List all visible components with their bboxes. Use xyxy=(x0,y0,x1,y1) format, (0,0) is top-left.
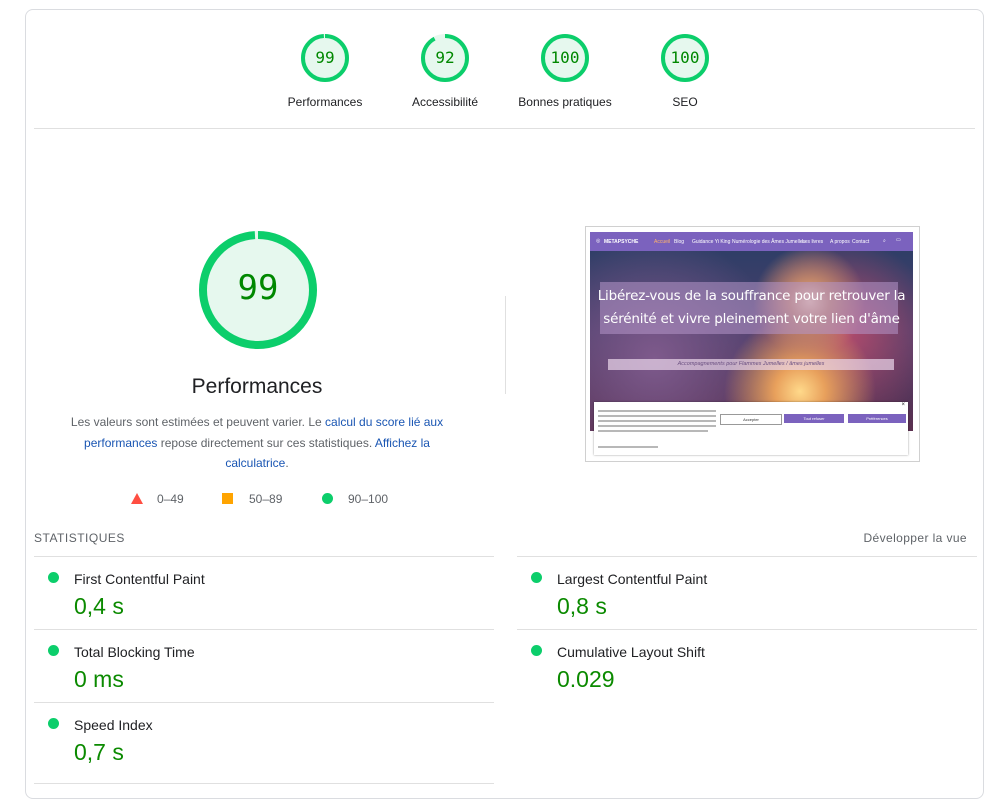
thumb-refuse-button: Tout refuser xyxy=(784,414,844,423)
gauge-label: Bonnes pratiques xyxy=(518,95,612,109)
expand-view-toggle[interactable]: Développer la vue xyxy=(863,531,967,545)
performance-description: Les valeurs sont estimées et peuvent var… xyxy=(62,412,452,474)
pass-circle-icon xyxy=(48,645,59,656)
metric-first-contentful-paint: First Contentful Paint 0,4 s xyxy=(34,556,494,630)
metric-largest-contentful-paint: Largest Contentful Paint 0,8 s xyxy=(517,556,977,630)
thumb-nav-item: Les livres xyxy=(802,239,824,245)
thumb-nav-item: A propos xyxy=(830,239,850,245)
performance-title: Performances xyxy=(191,375,323,398)
gauge-label: Accessibilité xyxy=(411,95,479,109)
text-line xyxy=(598,415,716,417)
desc-text: Les valeurs sont estimées et peuvent var… xyxy=(70,415,326,429)
gauge-performances[interactable]: 99 Performances xyxy=(265,33,385,109)
gauge-accessibilite[interactable]: 92 Accessibilité xyxy=(385,33,505,109)
metric-total-blocking-time: Total Blocking Time 0 ms xyxy=(34,629,494,703)
gauge-score: 100 xyxy=(670,48,700,67)
thumb-navbar: ◎ METAPSYCHE Accueil Blog Guidance Yi Ki… xyxy=(590,232,913,251)
square-icon xyxy=(222,493,233,504)
thumb-nav-item: Numérologie des Âmes Jumelles xyxy=(732,239,806,245)
metric-value: 0.029 xyxy=(557,666,615,692)
text-line xyxy=(598,446,658,448)
legend-label: 0–49 xyxy=(157,492,184,506)
gauge-bonnes-pratiques[interactable]: 100 Bonnes pratiques xyxy=(505,33,625,109)
text-line xyxy=(598,420,716,422)
thumb-nav-item: Blog xyxy=(674,239,685,245)
metric-title: Total Blocking Time xyxy=(74,644,195,660)
thumb-brand: METAPSYCHE xyxy=(604,239,639,245)
triangle-icon xyxy=(131,493,143,504)
thumb-nav-item: Accueil xyxy=(654,239,671,245)
header-divider xyxy=(34,128,975,129)
thumb-cart-icon: ▭ xyxy=(896,237,901,243)
thumb-cookie-banner: Accepter Tout refuser Préférences × xyxy=(594,402,908,455)
thumb-hero-title: Libérez-vous de la souffrance pour retro… xyxy=(597,288,906,327)
thumb-hero-subtitle: Accompagnements pour Flammes Jumelles / … xyxy=(608,359,894,370)
metric-title: Largest Contentful Paint xyxy=(557,571,708,587)
desc-text: repose directement sur ces statistiques. xyxy=(157,435,375,450)
metric-title: Speed Index xyxy=(74,717,153,733)
gauge-label: Performances xyxy=(287,95,363,109)
vertical-divider xyxy=(505,296,506,394)
legend-fail: 0–49 xyxy=(131,492,184,506)
text-line xyxy=(598,410,716,412)
metric-cumulative-layout-shift: Cumulative Layout Shift 0.029 xyxy=(517,629,977,703)
metric-value: 0,4 s xyxy=(74,593,124,619)
metric-title: First Contentful Paint xyxy=(74,571,205,587)
thumb-accept-button: Accepter xyxy=(720,414,782,425)
pass-circle-icon xyxy=(531,572,542,583)
text-line xyxy=(598,425,716,427)
pass-circle-icon xyxy=(48,718,59,729)
thumb-preferences-button: Préférences xyxy=(848,414,906,423)
gauge-score: 100 xyxy=(550,48,580,67)
performance-gauge-large: 99 xyxy=(197,229,319,351)
gauge-score: 92 xyxy=(435,48,455,67)
gauge-label: SEO xyxy=(672,95,698,109)
statistics-heading: STATISTIQUES xyxy=(34,531,125,545)
thumb-close-icon: × xyxy=(901,402,905,408)
thumb-search-icon: ⌕ xyxy=(883,238,886,244)
legend-label: 90–100 xyxy=(348,492,389,506)
metric-value: 0 ms xyxy=(74,666,124,692)
metric-value: 0,8 s xyxy=(557,593,607,619)
thumb-nav-item: Contact xyxy=(852,239,870,245)
legend-pass: 90–100 xyxy=(322,492,388,506)
pass-circle-icon xyxy=(48,572,59,583)
final-screenshot[interactable]: ◎ METAPSYCHE Accueil Blog Guidance Yi Ki… xyxy=(585,226,920,462)
text-line xyxy=(598,430,708,432)
metrics-bottom-divider xyxy=(34,783,494,784)
category-gauges: 99 Performances 92 Accessibilité 100 Bon… xyxy=(0,0,998,130)
pass-circle-icon xyxy=(531,645,542,656)
thumb-nav-item: Guidance Yi King xyxy=(692,239,731,245)
metric-value: 0,7 s xyxy=(74,739,124,765)
legend-label: 50–89 xyxy=(249,492,283,506)
gauge-score: 99 xyxy=(315,48,335,67)
metric-speed-index: Speed Index 0,7 s xyxy=(34,702,494,776)
circle-icon xyxy=(322,493,333,504)
gauge-seo[interactable]: 100 SEO xyxy=(625,33,745,109)
legend-average: 50–89 xyxy=(222,492,282,506)
metric-title: Cumulative Layout Shift xyxy=(557,644,705,660)
thumb-logo-icon: ◎ xyxy=(596,238,601,244)
performance-score: 99 xyxy=(237,268,279,308)
desc-text: . xyxy=(285,456,289,470)
